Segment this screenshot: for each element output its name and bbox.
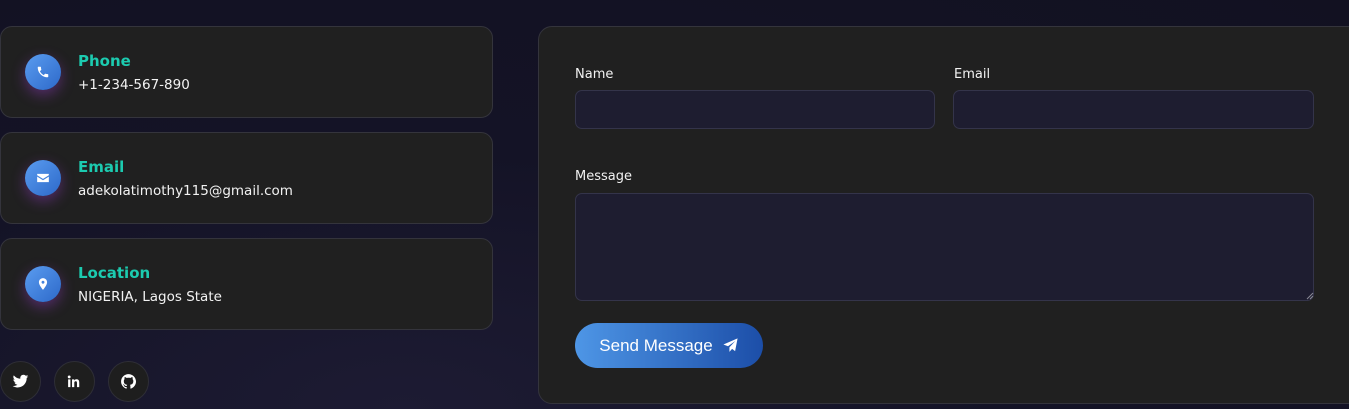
email-input[interactable] xyxy=(953,90,1314,129)
phone-icon-badge xyxy=(25,54,61,90)
github-link[interactable] xyxy=(108,361,149,402)
phone-card: Phone +1-234-567-890 xyxy=(0,26,493,118)
email-value: adekolatimothy115@gmail.com xyxy=(78,183,293,199)
resize-grip-icon[interactable] xyxy=(1306,292,1314,300)
twitter-icon xyxy=(12,374,29,388)
contact-form: Name Email Message Send Message xyxy=(538,26,1349,404)
map-pin-icon xyxy=(38,278,48,290)
linkedin-link[interactable] xyxy=(54,361,95,402)
message-textarea[interactable] xyxy=(575,193,1314,301)
send-message-label: Send Message xyxy=(599,335,713,355)
envelope-icon-badge xyxy=(25,160,61,196)
github-icon xyxy=(121,374,137,389)
email-card: Email adekolatimothy115@gmail.com xyxy=(0,132,493,224)
linkedin-icon xyxy=(67,375,80,388)
name-label: Name xyxy=(575,67,614,82)
twitter-link[interactable] xyxy=(0,361,41,402)
message-label: Message xyxy=(575,169,632,184)
location-value: NIGERIA, Lagos State xyxy=(78,289,222,305)
phone-value: +1-234-567-890 xyxy=(78,77,190,93)
phone-icon xyxy=(37,66,49,78)
map-pin-icon-badge xyxy=(25,266,61,302)
paper-plane-icon xyxy=(723,338,738,352)
email-label: Email xyxy=(954,67,991,82)
location-card: Location NIGERIA, Lagos State xyxy=(0,238,493,330)
contact-section: Phone +1-234-567-890 Email adekolatimoth… xyxy=(0,0,1349,409)
location-title: Location xyxy=(78,264,151,282)
social-links xyxy=(0,361,149,402)
name-input[interactable] xyxy=(575,90,935,129)
envelope-icon xyxy=(37,173,49,183)
email-title: Email xyxy=(78,158,125,176)
phone-title: Phone xyxy=(78,52,131,70)
send-message-button[interactable]: Send Message xyxy=(575,323,763,368)
